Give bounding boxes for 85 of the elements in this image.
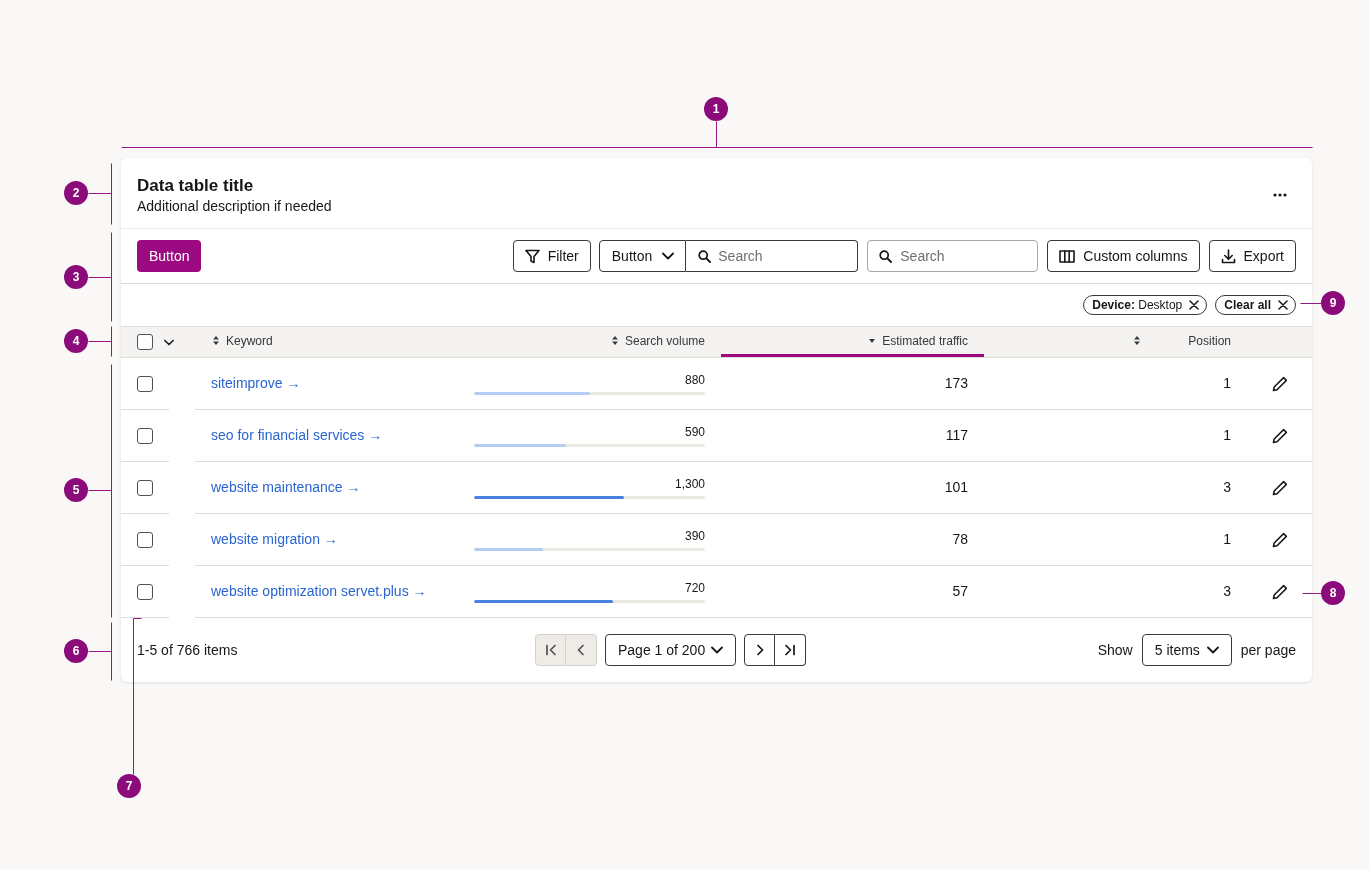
row-checkbox[interactable] — [137, 479, 153, 496]
table-cell-text: 3 — [1223, 478, 1231, 497]
per-page-label: per page — [1240, 640, 1296, 660]
download-icon — [1220, 248, 1236, 264]
search-field[interactable]: Search — [867, 240, 1039, 272]
callout-marker: 7 — [117, 774, 141, 798]
dropdown-button[interactable]: Button — [598, 240, 687, 272]
callout-marker: 9 — [1321, 291, 1345, 315]
callout-marker: 8 — [1321, 581, 1345, 605]
keyword-link[interactable]: seo for financial services → — [211, 425, 383, 446]
keyword-link[interactable]: website optimization servet.plus → — [211, 581, 427, 602]
search-icon — [879, 250, 893, 263]
callout-line — [88, 163, 112, 225]
page-select[interactable]: Page 1 of 200 — [605, 634, 736, 666]
first-page-icon — [543, 643, 558, 657]
column-header[interactable]: Search volume — [458, 327, 721, 357]
pencil-icon[interactable] — [1271, 583, 1288, 600]
custom-columns-button[interactable]: Custom columns — [1047, 240, 1200, 272]
volume-value: 390 — [684, 528, 705, 543]
filter-chip[interactable]: Device: Desktop — [1083, 295, 1208, 315]
table-cell-text: 117 — [945, 426, 968, 445]
table-cell-text: 101 — [944, 478, 968, 497]
close-icon[interactable] — [1278, 300, 1288, 310]
chevron-down-icon[interactable] — [164, 338, 174, 346]
table-cell-text: 57 — [952, 582, 968, 601]
funnel-icon — [524, 248, 540, 264]
keyword-link[interactable]: website maintenance → — [211, 477, 361, 498]
table-cell-text: 173 — [944, 374, 968, 393]
volume-value: 1,300 — [674, 476, 705, 491]
more-icon[interactable] — [1273, 193, 1287, 197]
callout-line — [88, 622, 112, 681]
chevron-down-icon — [1206, 646, 1219, 654]
callout-marker: 1 — [704, 97, 728, 121]
clear-all-button[interactable]: Clear all — [1215, 295, 1296, 315]
show-label: Show — [1097, 640, 1133, 660]
close-icon[interactable] — [1189, 300, 1200, 310]
callout-line — [88, 326, 112, 357]
callout-line — [1302, 593, 1322, 594]
column-header[interactable]: Keyword — [195, 327, 458, 357]
filter-button[interactable]: Filter — [512, 240, 591, 272]
chevron-down-icon — [711, 646, 723, 654]
table-title: Data table title — [137, 175, 254, 197]
volume-value: 590 — [684, 424, 705, 439]
row-checkbox[interactable] — [137, 375, 153, 392]
callout-marker: 5 — [64, 478, 88, 502]
callout-line — [1300, 303, 1322, 304]
caret-down-icon — [869, 338, 876, 343]
table-cell-text: 78 — [952, 530, 968, 549]
row-checkbox[interactable] — [137, 427, 153, 444]
pencil-icon[interactable] — [1271, 531, 1288, 548]
volume-value: 880 — [684, 372, 705, 387]
next-page-button[interactable] — [744, 634, 775, 666]
callout-marker: 6 — [64, 639, 88, 663]
last-page-icon — [783, 643, 797, 657]
volume-value: 720 — [684, 580, 705, 595]
callout-marker: 4 — [64, 329, 88, 353]
column-header[interactable]: Estimated traffic — [721, 327, 984, 357]
sort-icon — [611, 336, 618, 345]
sort-icon — [1134, 336, 1140, 345]
search-field[interactable]: Search — [686, 240, 859, 272]
pencil-icon[interactable] — [1271, 375, 1288, 392]
chevron-down-icon — [662, 252, 675, 260]
column-header[interactable]: Position — [984, 327, 1247, 357]
table-cell-text: 1 — [1223, 374, 1231, 393]
primary-button[interactable]: Button — [137, 240, 202, 272]
sort-icon — [213, 336, 219, 345]
table-cell-text: 1 — [1223, 530, 1231, 549]
per-page-select[interactable]: 5 items — [1141, 634, 1232, 666]
row-checkbox[interactable] — [137, 583, 153, 600]
table-cell-text: 3 — [1223, 582, 1231, 601]
columns-icon — [1059, 249, 1076, 263]
last-page-button[interactable] — [775, 634, 806, 666]
export-button[interactable]: Export — [1208, 240, 1296, 272]
keyword-link[interactable]: siteimprove → — [211, 373, 301, 394]
table-cell-text: 1 — [1223, 426, 1231, 445]
search-icon — [698, 250, 712, 263]
select-all-checkbox[interactable] — [137, 334, 153, 350]
callout-marker: 2 — [64, 181, 88, 205]
pencil-icon[interactable] — [1271, 479, 1288, 496]
callout-marker: 3 — [64, 265, 88, 289]
keyword-link[interactable]: website migration → — [211, 529, 338, 550]
item-count: 1-5 of 766 items — [137, 640, 238, 660]
table-description: Additional description if needed — [137, 197, 332, 215]
pencil-icon[interactable] — [1271, 427, 1288, 444]
row-checkbox[interactable] — [137, 531, 153, 548]
